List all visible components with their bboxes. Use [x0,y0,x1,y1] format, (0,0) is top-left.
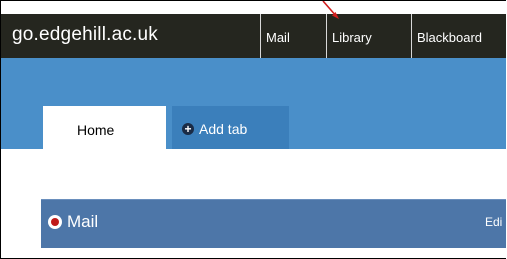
add-tab-label: Add tab [199,121,248,137]
add-tab-button[interactable]: + Add tab [172,106,289,149]
top-navigation-bar: go.edgehill.ac.uk Mail Library Blackboar… [1,14,506,58]
annotation-arrow-icon [322,1,339,19]
mail-widget-icon [48,215,62,229]
nav-item-blackboard-label: Blackboard [417,30,483,45]
tab-home-label: Home [77,122,115,138]
nav-item-blackboard[interactable]: Blackboard [411,14,506,58]
nav-item-mail[interactable]: Mail [260,14,321,58]
browser-viewport: go.edgehill.ac.uk Mail Library Blackboar… [0,0,506,259]
tab-home[interactable]: Home [43,106,166,149]
nav-item-mail-label: Mail [266,30,290,45]
edit-widget-link[interactable]: Edi [485,215,502,229]
mail-widget-header: Mail Edi [41,199,506,248]
site-brand[interactable]: go.edgehill.ac.uk [12,24,158,46]
plus-icon: + [182,123,194,135]
mail-widget-title: Mail [67,212,99,231]
nav-item-library-label: Library [332,30,372,45]
page-content: Mail Edi [1,149,506,258]
